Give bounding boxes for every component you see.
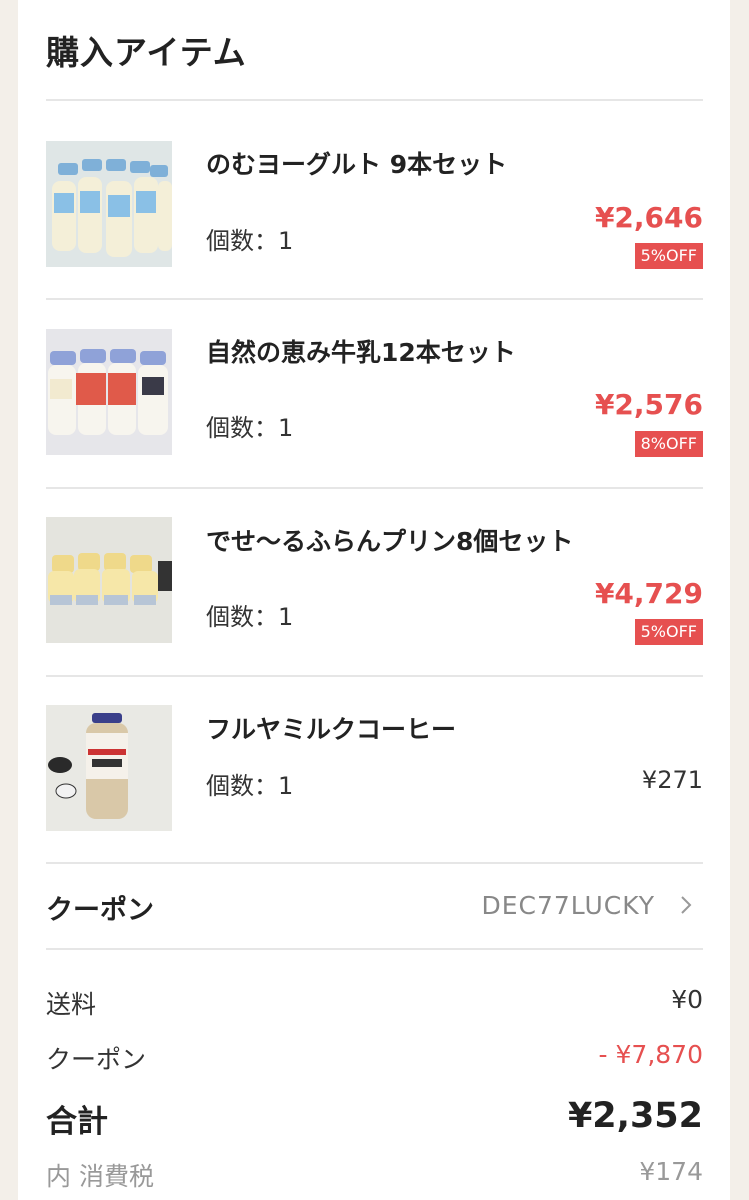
list-item[interactable]: でせ〜るふらんプリン8個セット 個数：1 ¥4,729 5%OFF: [46, 489, 703, 677]
total-label: 合計: [46, 1104, 108, 1140]
list-item[interactable]: フルヤミルクコーヒー 個数：1 ¥271: [46, 677, 703, 865]
shipping-value: ¥0: [671, 985, 703, 1014]
shipping-label: 送料: [46, 990, 97, 1019]
page-title: 購入アイテム: [46, 33, 247, 72]
coupon-code: DEC77LUCKY: [481, 891, 655, 920]
item-name: フルヤミルクコーヒー: [206, 715, 457, 744]
divider: [46, 948, 703, 950]
list-item[interactable]: 自然の恵み牛乳12本セット 個数：1 ¥2,576 8%OFF: [46, 300, 703, 488]
discount-badge: 5%OFF: [634, 619, 703, 645]
item-quantity: 個数：1: [206, 227, 294, 255]
total-value: ¥2,352: [567, 1096, 703, 1136]
discount-badge: 8%OFF: [634, 431, 703, 457]
coupon-discount-label: クーポン: [46, 1045, 147, 1074]
item-price: ¥4,729: [594, 577, 703, 610]
list-item[interactable]: のむヨーグルト 9本セット 個数：1 ¥2,646 5%OFF: [46, 101, 703, 289]
item-price: ¥271: [641, 766, 703, 794]
coupon-label: クーポン: [46, 895, 154, 926]
discount-badge: 5%OFF: [634, 243, 703, 269]
item-quantity: 個数：1: [206, 414, 294, 442]
purchase-items-card: 購入アイテム のむヨーグルト 9本セット 個数：1 ¥2,646 5%OFF 自…: [18, 0, 730, 1200]
coupon-row[interactable]: クーポン DEC77LUCKY: [46, 864, 703, 948]
item-quantity: 個数：1: [206, 772, 294, 800]
item-name: でせ〜るふらんプリン8個セット: [206, 527, 574, 556]
product-image: [46, 705, 172, 831]
product-image: [46, 329, 172, 455]
coupon-discount-value: - ¥7,870: [598, 1040, 703, 1069]
product-image: [46, 517, 172, 643]
item-name: のむヨーグルト 9本セット: [206, 150, 508, 179]
product-image: [46, 141, 172, 267]
item-quantity: 個数：1: [206, 603, 294, 631]
tax-label: 内 消費税: [46, 1162, 154, 1191]
item-price: ¥2,646: [594, 201, 703, 234]
item-price: ¥2,576: [594, 388, 703, 421]
tax-value: ¥174: [639, 1157, 703, 1186]
item-name: 自然の恵み牛乳12本セット: [206, 338, 516, 367]
chevron-right-icon: [679, 894, 693, 922]
